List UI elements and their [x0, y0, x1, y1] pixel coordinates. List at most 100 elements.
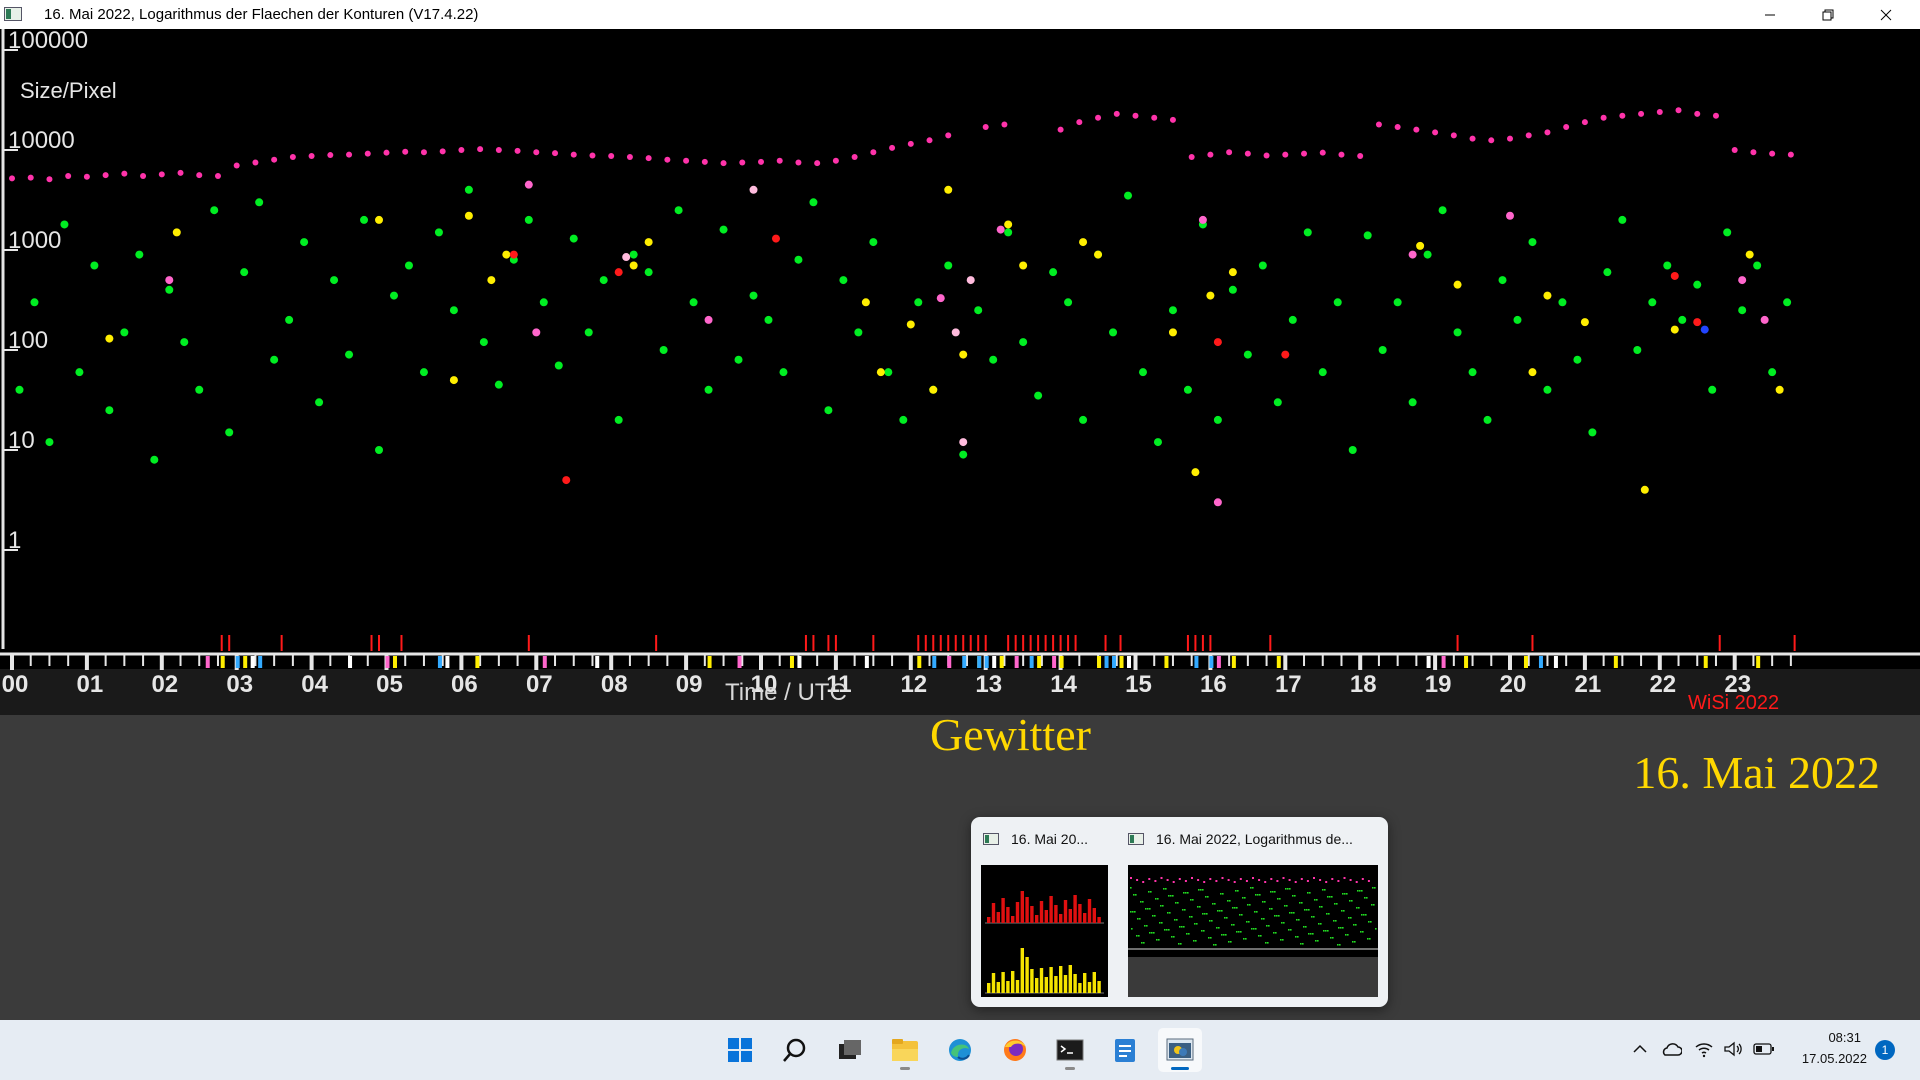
app-window-icon: [4, 7, 22, 21]
wifi-icon[interactable]: [1694, 1040, 1714, 1058]
thumb-dot: [1237, 890, 1239, 892]
data-point: [1228, 285, 1237, 294]
firefox-button[interactable]: [993, 1028, 1037, 1072]
thumb-bar: [1035, 915, 1039, 923]
data-point: [30, 298, 39, 307]
preview-thumbnail-1[interactable]: [981, 865, 1108, 997]
event-strip-mark: [655, 635, 658, 651]
preview-window-2-title[interactable]: 16. Mai 2022, Logarithmus de...: [1128, 829, 1353, 849]
thumb-dot: [1238, 931, 1240, 933]
clock-date[interactable]: 17.05.2022: [1802, 1051, 1867, 1066]
y-tick-label: 100: [8, 327, 48, 354]
event-strip-mark: [378, 635, 381, 651]
data-point: [1723, 228, 1732, 237]
thumb-dot: [1355, 881, 1358, 883]
y-axis-label: Size/Pixel: [20, 78, 117, 103]
event-strip-mark: [1441, 656, 1446, 668]
edge-button[interactable]: [938, 1028, 982, 1072]
data-point: [196, 172, 203, 179]
data-point: [614, 268, 623, 277]
data-point: [210, 206, 219, 215]
thumb-dot: [1352, 941, 1354, 943]
data-point: [1095, 114, 1102, 121]
thumb-dot: [1251, 928, 1253, 930]
thumb-dot: [1224, 917, 1226, 919]
thumb-dot: [1180, 943, 1182, 945]
thumb-bar: [1025, 897, 1029, 923]
thumb-bar: [1044, 977, 1048, 993]
data-point: [458, 147, 465, 153]
notepad-button[interactable]: [1103, 1028, 1147, 1072]
onedrive-icon[interactable]: [1660, 1041, 1682, 1057]
data-point: [420, 149, 427, 156]
event-strip-mark: [475, 656, 480, 668]
clock-time[interactable]: 08:31: [1828, 1030, 1861, 1045]
show-hidden-icons-icon[interactable]: [1633, 1043, 1647, 1055]
thumb-dot: [1281, 922, 1283, 924]
data-point: [404, 261, 413, 270]
thumb-dot: [1343, 910, 1345, 912]
data-point: [449, 306, 458, 315]
thumb-dot: [1328, 913, 1330, 915]
thumb-dot: [1371, 904, 1373, 906]
battery-icon[interactable]: [1753, 1043, 1775, 1055]
preview-thumbnail-2[interactable]: [1128, 865, 1378, 997]
thumb-dot: [1181, 926, 1183, 928]
thumb-dot: [1210, 937, 1212, 939]
start-button[interactable]: [718, 1028, 762, 1072]
thumb-dot: [1231, 924, 1233, 926]
task-view-button[interactable]: [828, 1028, 872, 1072]
thumb-dot: [1252, 877, 1254, 879]
x-major-tick: [10, 654, 14, 670]
thumb-dot: [1183, 926, 1185, 928]
thumb-bar: [1054, 976, 1058, 993]
notification-badge[interactable]: 1: [1875, 1040, 1895, 1060]
event-strip-mark: [1613, 656, 1618, 668]
restore-button[interactable]: [1799, 0, 1857, 29]
event-strip-mark: [280, 635, 283, 651]
data-point: [1357, 153, 1364, 160]
thumb-dot: [1282, 939, 1284, 941]
thumb-dot: [1289, 912, 1291, 914]
terminal-button[interactable]: [1048, 1028, 1092, 1072]
thumb-dot: [1289, 888, 1291, 890]
close-button[interactable]: [1857, 0, 1915, 29]
thumb-bar: [1011, 916, 1015, 923]
python-app-button[interactable]: [1158, 1028, 1202, 1072]
thumb-dot: [1261, 918, 1263, 920]
data-point: [1581, 119, 1588, 126]
thumb-bar: [987, 983, 991, 993]
thumb-bar: [1030, 906, 1034, 923]
search-button[interactable]: [773, 1028, 817, 1072]
data-point: [449, 376, 458, 385]
thumb-dot: [1205, 896, 1207, 898]
x-tick-label: 04: [301, 671, 328, 698]
event-strip-mark: [992, 656, 997, 668]
thumb-dot: [1252, 887, 1254, 889]
thumb-dot: [1179, 926, 1181, 928]
data-point: [832, 157, 839, 164]
thumb-bar: [1054, 905, 1058, 923]
y-tick-label: 1: [8, 527, 21, 554]
data-point: [1207, 151, 1214, 158]
data-point: [1483, 415, 1492, 424]
minimize-icon: [1765, 14, 1775, 15]
data-point: [869, 238, 878, 247]
thumb-bar: [1083, 913, 1087, 923]
data-point: [645, 155, 652, 162]
file-explorer-button[interactable]: [883, 1028, 927, 1072]
event-strip-mark: [1037, 656, 1042, 668]
thumb-bar: [991, 903, 996, 923]
thumb-dot: [1350, 917, 1352, 919]
volume-icon[interactable]: [1723, 1041, 1743, 1057]
preview-window-1-title[interactable]: 16. Mai 20...: [983, 829, 1088, 849]
thumb-dot: [1132, 911, 1134, 913]
thumb-bar: [1020, 948, 1024, 993]
x-tick-label: 06: [451, 671, 478, 698]
x-tick-label: 00: [2, 671, 29, 698]
minimize-button[interactable]: [1741, 0, 1799, 29]
data-point: [1731, 147, 1738, 153]
data-point: [1775, 385, 1784, 394]
thumb-dot: [1154, 915, 1156, 917]
thumb-bar: [1025, 957, 1029, 993]
